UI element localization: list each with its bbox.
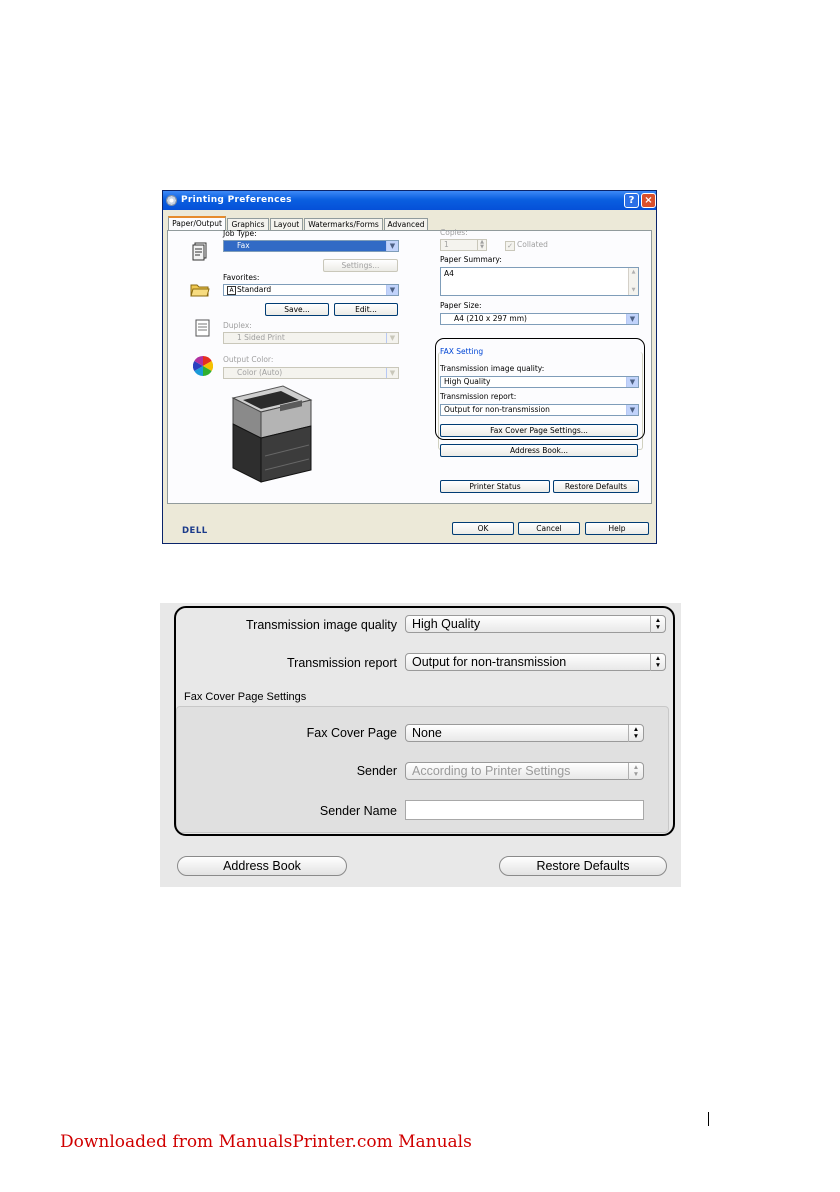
- page-number-divider: [708, 1112, 709, 1126]
- favorites-value: Standard: [237, 285, 272, 294]
- cancel-button[interactable]: Cancel: [518, 522, 580, 535]
- job-type-select[interactable]: Fax ▼: [223, 240, 399, 252]
- printing-preferences-dialog: Printing Preferences ? × Paper/Output Gr…: [162, 190, 657, 544]
- copies-field[interactable]: 1 ▲ ▼: [440, 239, 487, 251]
- title-bar[interactable]: Printing Preferences ? ×: [163, 191, 656, 210]
- chevron-down-icon[interactable]: ▼: [386, 368, 398, 378]
- paper-size-label: Paper Size:: [440, 301, 482, 310]
- output-color-label: Output Color:: [223, 355, 274, 364]
- help-title-button[interactable]: ?: [624, 193, 639, 208]
- duplex-icon: [195, 319, 210, 337]
- paper-summary-box: A4 ▲ ▼: [440, 267, 639, 296]
- fax-setting-highlight: [435, 338, 645, 440]
- job-type-icon: [192, 242, 207, 261]
- printer-image: [231, 385, 313, 483]
- mac-restore-defaults-button[interactable]: Restore Defaults: [499, 856, 667, 876]
- restore-defaults-button[interactable]: Restore Defaults: [553, 480, 639, 493]
- chevron-down-icon[interactable]: ▼: [386, 333, 398, 343]
- collated-label: Collated: [517, 240, 548, 249]
- ok-button[interactable]: OK: [452, 522, 514, 535]
- tab-watermarks-forms[interactable]: Watermarks/Forms: [304, 218, 383, 230]
- duplex-select[interactable]: 1 Sided Print ▼: [223, 332, 399, 344]
- job-type-value: Fax: [237, 241, 250, 250]
- output-color-value: Color (Auto): [237, 368, 283, 377]
- address-book-button[interactable]: Address Book...: [440, 444, 638, 457]
- chevron-down-icon[interactable]: ▼: [626, 314, 638, 324]
- collated-checkbox[interactable]: ✓: [505, 241, 515, 251]
- paper-size-value: A4 (210 x 297 mm): [454, 314, 527, 323]
- standard-icon: A: [227, 285, 236, 295]
- save-favorite-button[interactable]: Save...: [265, 303, 329, 316]
- paper-size-select[interactable]: A4 (210 x 297 mm) ▼: [440, 313, 639, 325]
- copies-spinner-icon[interactable]: ▲ ▼: [477, 240, 486, 250]
- paper-output-panel: Job Type: Fax ▼ Settings... Favorites: A…: [167, 228, 652, 536]
- paper-summary-value: A4: [444, 269, 454, 278]
- tab-layout[interactable]: Layout: [270, 218, 303, 230]
- color-wheel-icon: [193, 356, 213, 376]
- printer-app-icon: [166, 195, 177, 206]
- help-button[interactable]: Help: [585, 522, 649, 535]
- mac-fax-settings-panel: Transmission image quality High Quality …: [160, 603, 681, 887]
- dell-logo: DELL: [182, 526, 208, 536]
- job-type-label: Job Type:: [223, 229, 257, 238]
- favorites-select[interactable]: A Standard ▼: [223, 284, 399, 296]
- copies-value: 1: [444, 240, 449, 249]
- mac-address-book-button[interactable]: Address Book: [177, 856, 347, 876]
- close-button[interactable]: ×: [641, 193, 656, 208]
- duplex-label: Duplex:: [223, 321, 252, 330]
- job-settings-button[interactable]: Settings...: [323, 259, 398, 272]
- printer-status-button[interactable]: Printer Status: [440, 480, 550, 493]
- tab-paper-output[interactable]: Paper/Output: [168, 216, 226, 231]
- duplex-value: 1 Sided Print: [237, 333, 285, 342]
- chevron-down-icon[interactable]: ▼: [386, 285, 398, 295]
- chevron-down-icon[interactable]: ▼: [386, 241, 398, 251]
- copies-label: Copies:: [440, 228, 468, 237]
- mac-fax-highlight: [174, 606, 675, 836]
- favorites-label: Favorites:: [223, 273, 260, 282]
- dialog-title: Printing Preferences: [181, 195, 292, 205]
- footer-link[interactable]: Downloaded from ManualsPrinter.com Manua…: [60, 1132, 472, 1152]
- paper-summary-scrollbar[interactable]: ▲ ▼: [628, 268, 638, 295]
- tab-advanced[interactable]: Advanced: [384, 218, 428, 230]
- paper-summary-label: Paper Summary:: [440, 255, 502, 264]
- favorites-folder-icon: [190, 284, 210, 297]
- edit-favorite-button[interactable]: Edit...: [334, 303, 398, 316]
